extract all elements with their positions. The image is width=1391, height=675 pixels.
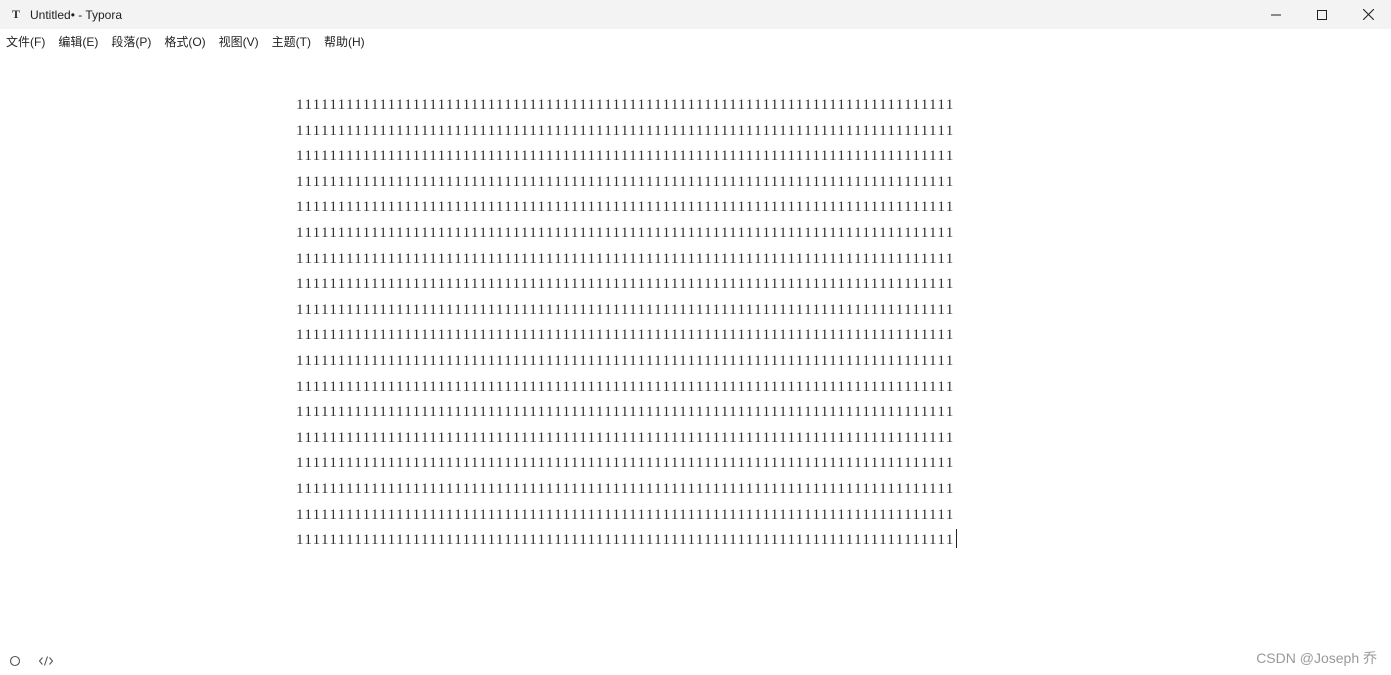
editor-line[interactable]: 1111111111111111111111111111111111111111… bbox=[296, 502, 1096, 528]
csdn-watermark: CSDN @Joseph 乔 bbox=[1256, 650, 1377, 666]
close-button[interactable] bbox=[1345, 0, 1391, 29]
editor-line[interactable]: 1111111111111111111111111111111111111111… bbox=[296, 297, 1096, 323]
menu-format[interactable]: 格式(O) bbox=[158, 33, 211, 50]
window-title: Untitled• - Typora bbox=[30, 7, 123, 22]
minimize-icon bbox=[1271, 14, 1281, 15]
menu-help[interactable]: 帮助(H) bbox=[318, 33, 371, 50]
source-code-mode-button[interactable] bbox=[36, 651, 56, 671]
menu-file[interactable]: 文件(F) bbox=[0, 33, 51, 50]
editor-line[interactable]: 1111111111111111111111111111111111111111… bbox=[296, 374, 1096, 400]
menu-view[interactable]: 视图(V) bbox=[213, 33, 265, 50]
editor-line[interactable]: 1111111111111111111111111111111111111111… bbox=[296, 220, 1096, 246]
menu-bar: 文件(F) 编辑(E) 段落(P) 格式(O) 视图(V) 主题(T) 帮助(H… bbox=[0, 29, 1391, 53]
editor-line-text: 1111111111111111111111111111111111111111… bbox=[296, 531, 955, 549]
editor-line[interactable]: 1111111111111111111111111111111111111111… bbox=[296, 450, 1096, 476]
circle-outline-icon bbox=[9, 655, 21, 667]
menu-edit[interactable]: 编辑(E) bbox=[52, 33, 104, 50]
source-code-icon bbox=[38, 656, 54, 666]
editor-line-last[interactable]: 1111111111111111111111111111111111111111… bbox=[296, 527, 1096, 553]
menu-theme[interactable]: 主题(T) bbox=[266, 33, 317, 50]
editor-line[interactable]: 1111111111111111111111111111111111111111… bbox=[296, 399, 1096, 425]
editor-line[interactable]: 1111111111111111111111111111111111111111… bbox=[296, 476, 1096, 502]
editor-line[interactable]: 1111111111111111111111111111111111111111… bbox=[296, 143, 1096, 169]
editor-line[interactable]: 1111111111111111111111111111111111111111… bbox=[296, 271, 1096, 297]
toggle-sidebar-button[interactable] bbox=[5, 651, 25, 671]
minimize-button[interactable] bbox=[1253, 0, 1299, 29]
typora-window: T Untitled• - Typora 文件(F) 编辑(E) 段落(P) 格… bbox=[0, 0, 1391, 675]
editor-content[interactable]: 1111111111111111111111111111111111111111… bbox=[296, 92, 1096, 553]
editor-line[interactable]: 1111111111111111111111111111111111111111… bbox=[296, 246, 1096, 272]
editor-line[interactable]: 1111111111111111111111111111111111111111… bbox=[296, 322, 1096, 348]
close-icon bbox=[1362, 9, 1374, 20]
title-bar[interactable]: T Untitled• - Typora bbox=[0, 0, 1391, 29]
editor-line[interactable]: 1111111111111111111111111111111111111111… bbox=[296, 169, 1096, 195]
maximize-icon bbox=[1317, 9, 1327, 20]
typora-app-icon: T bbox=[11, 7, 20, 21]
editor-line[interactable]: 1111111111111111111111111111111111111111… bbox=[296, 348, 1096, 374]
window-controls bbox=[1253, 0, 1391, 29]
editor-line[interactable]: 1111111111111111111111111111111111111111… bbox=[296, 92, 1096, 118]
status-bar bbox=[0, 648, 62, 674]
editor-line[interactable]: 1111111111111111111111111111111111111111… bbox=[296, 118, 1096, 144]
menu-paragraph[interactable]: 段落(P) bbox=[105, 33, 157, 50]
editor-line[interactable]: 1111111111111111111111111111111111111111… bbox=[296, 425, 1096, 451]
text-cursor bbox=[955, 529, 957, 549]
maximize-button[interactable] bbox=[1299, 0, 1345, 29]
editor-line[interactable]: 1111111111111111111111111111111111111111… bbox=[296, 194, 1096, 220]
